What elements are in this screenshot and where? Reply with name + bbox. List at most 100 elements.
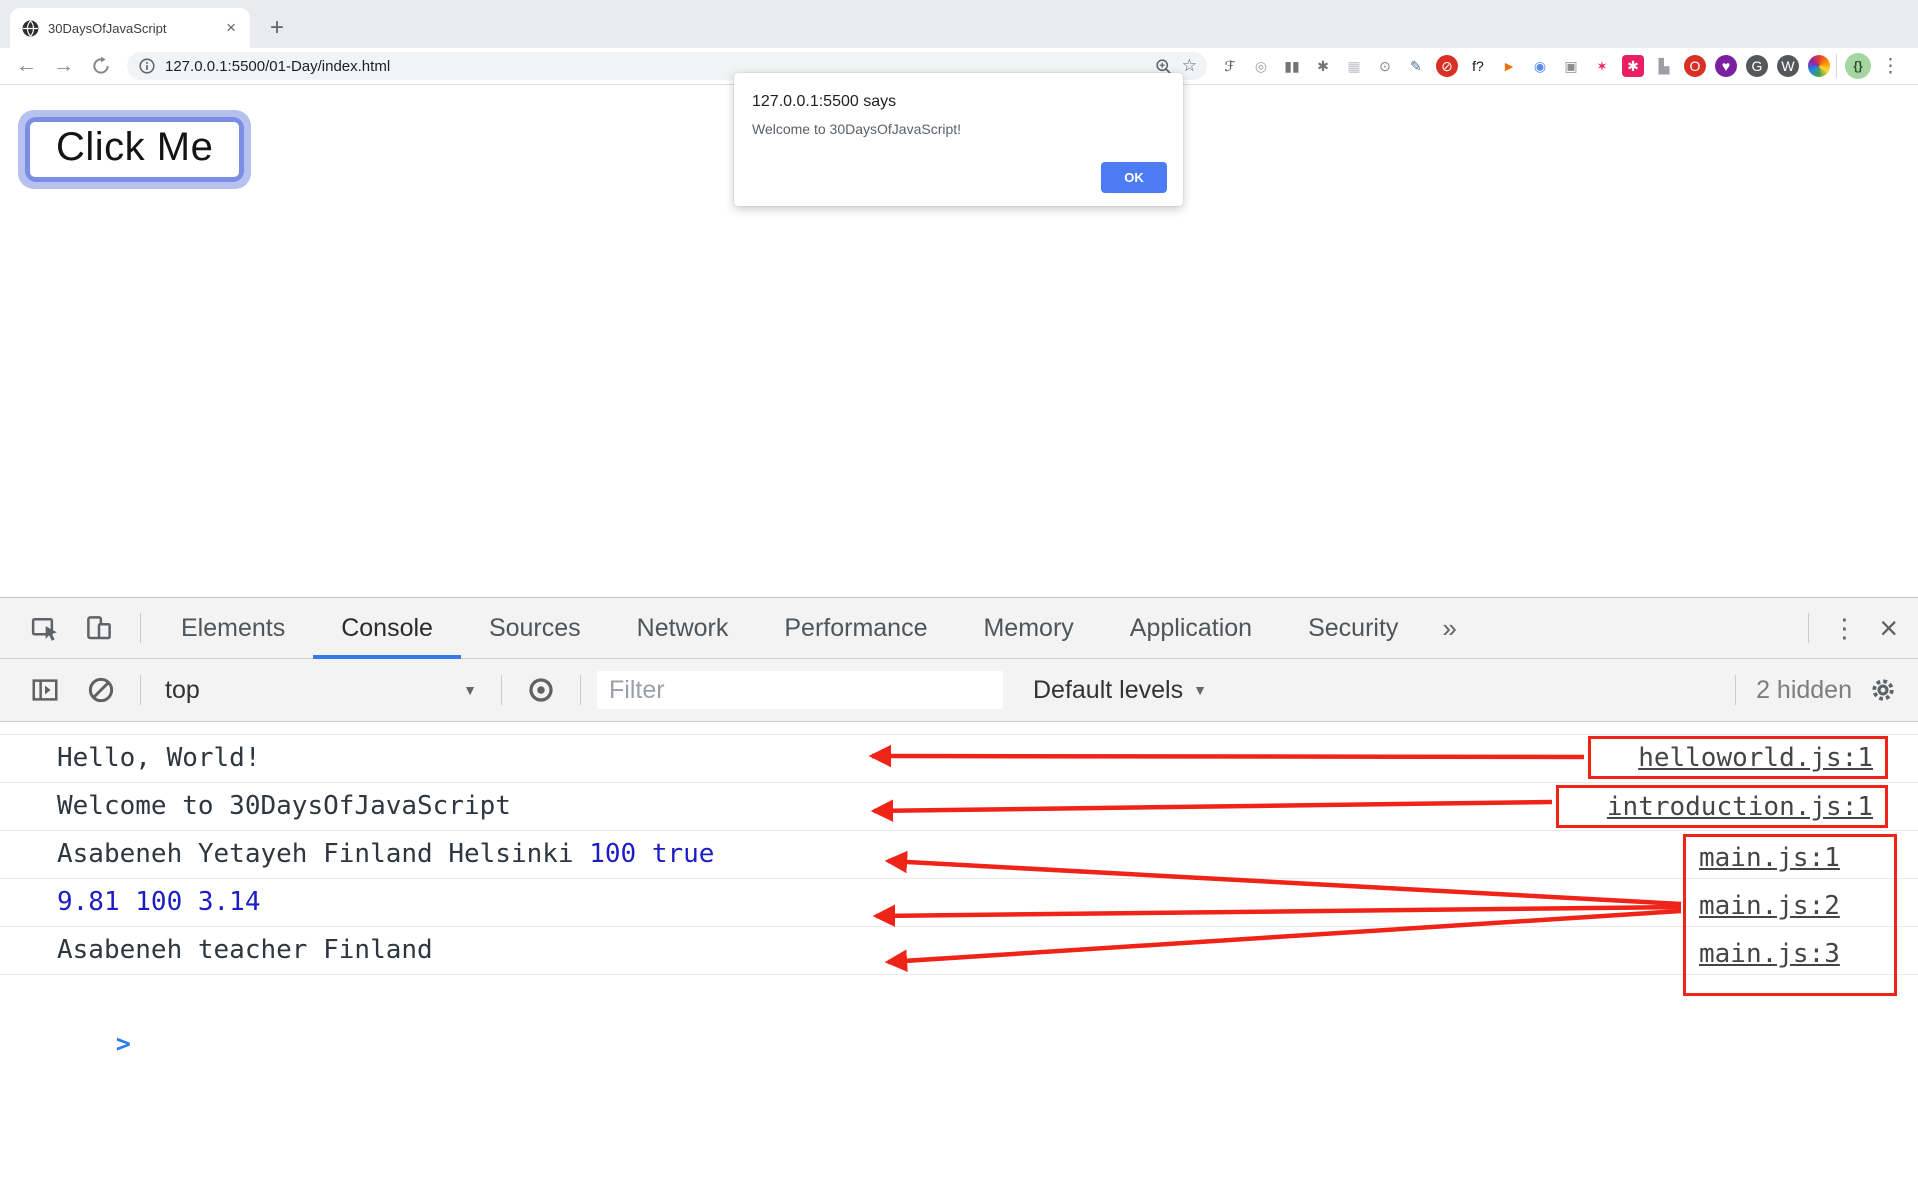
source-link[interactable]: main.js:2	[1686, 885, 1894, 933]
console-toolbar-separator3	[580, 675, 581, 705]
g-circle-icon[interactable]: G	[1746, 55, 1768, 77]
megaphone-icon[interactable]: ►	[1498, 55, 1520, 77]
console-message: Asabeneh teacher Finland	[0, 926, 1918, 974]
heart-search-icon[interactable]: ♥	[1715, 55, 1737, 77]
log-levels-dropdown[interactable]: Default levels ▼	[1033, 676, 1207, 705]
reload-icon[interactable]	[82, 54, 119, 78]
ring-icon[interactable]: ◉	[1529, 55, 1551, 77]
tab-console[interactable]: Console	[313, 598, 461, 659]
eyedropper-icon[interactable]: ✎	[1405, 55, 1427, 77]
o-app-icon[interactable]: O	[1684, 55, 1706, 77]
alert-ok-button[interactable]: OK	[1101, 162, 1167, 193]
filter-input[interactable]	[597, 671, 1003, 709]
bug-icon[interactable]: ✱	[1312, 55, 1334, 77]
chevron-down-icon: ▼	[1193, 682, 1207, 698]
browser-tab-strip: 30DaysOfJavaScript × +	[0, 0, 1918, 48]
tab-network[interactable]: Network	[609, 598, 757, 658]
tab-performance[interactable]: Performance	[756, 598, 955, 658]
console-toolbar-separator4	[1735, 675, 1737, 705]
console-text: Asabeneh teacher Finland	[57, 935, 433, 965]
extensions-row: ℱ ◎ ▮▮ ✱ ▦ ⊙ ✎ ⊘ f? ► ◉ ▣ ✶ ✱ ▙ O ♥ G W	[1219, 55, 1830, 77]
alert-dialog: 127.0.0.1:5500 says Welcome to 30DaysOfJ…	[734, 73, 1183, 206]
page-viewport: Click Me 127.0.0.1:5500 says Welcome to …	[0, 73, 1918, 597]
alert-message: Welcome to 30DaysOfJavaScript!	[752, 121, 962, 137]
toolbar-separator	[1836, 54, 1837, 78]
back-icon[interactable]: ←	[8, 54, 45, 78]
target-icon[interactable]: ◎	[1250, 55, 1272, 77]
console-sidebar-icon[interactable]	[30, 675, 60, 705]
page-info-icon[interactable]	[139, 58, 155, 74]
browser-tab[interactable]: 30DaysOfJavaScript ×	[10, 8, 250, 48]
profile-avatar[interactable]: {}	[1845, 53, 1871, 79]
source-link[interactable]: helloworld.js:1	[1638, 743, 1873, 773]
console-settings-gear-icon[interactable]	[1868, 675, 1898, 705]
pedestal-icon[interactable]: ▙	[1653, 55, 1675, 77]
camera-icon[interactable]: ▣	[1560, 55, 1582, 77]
hidden-messages-count: 2 hidden	[1756, 675, 1852, 704]
context-label: top	[165, 675, 200, 704]
devtools-close-icon[interactable]: ×	[1879, 610, 1898, 647]
console-text: Welcome to 30DaysOfJavaScript	[57, 791, 511, 821]
inspect-element-icon[interactable]	[30, 613, 60, 643]
devtools-tabs: Elements Console Sources Network Performance…	[153, 598, 1426, 659]
rainbow-circle-icon[interactable]	[1808, 55, 1830, 77]
chevron-down-icon: ▼	[463, 682, 477, 698]
chrome-menu-icon[interactable]: ⋮	[1881, 55, 1900, 78]
new-tab-button[interactable]: +	[262, 8, 292, 48]
stop-icon[interactable]: ⊘	[1436, 55, 1458, 77]
device-toolbar-icon[interactable]	[84, 613, 114, 643]
zoom-page-icon[interactable]	[1155, 58, 1172, 75]
console-prompt[interactable]: >	[0, 974, 1918, 1058]
tabbar-separator	[140, 613, 141, 643]
console-text: Hello, World!	[57, 743, 261, 773]
f-question-icon[interactable]: f?	[1467, 55, 1489, 77]
tabbar-right-separator	[1808, 613, 1810, 643]
console-text: Asabeneh Yetayeh Finland Helsinki	[57, 839, 590, 869]
levels-label: Default levels	[1033, 675, 1184, 704]
annotation-box-introduction: introduction.js:1	[1556, 785, 1888, 828]
clickme-focus-ring: Click Me	[18, 110, 252, 189]
click-me-button[interactable]: Click Me	[30, 122, 240, 177]
grid-icon[interactable]: ▦	[1343, 55, 1365, 77]
source-link[interactable]: introduction.js:1	[1607, 792, 1873, 822]
source-link[interactable]: main.js:3	[1686, 933, 1894, 981]
console-toolbar-separator	[140, 675, 141, 705]
live-expression-eye-icon[interactable]	[526, 675, 556, 705]
tab-memory[interactable]: Memory	[955, 598, 1101, 658]
console-toolbar-separator2	[501, 675, 502, 705]
columns-icon[interactable]: ▮▮	[1281, 55, 1303, 77]
alert-title: 127.0.0.1:5500 says	[752, 93, 897, 110]
prompt-chevron-icon: >	[115, 1029, 131, 1058]
settings-square-icon[interactable]: ✱	[1622, 55, 1644, 77]
tab-security[interactable]: Security	[1280, 598, 1426, 658]
source-link[interactable]: main.js:1	[1686, 837, 1894, 885]
tab-title: 30DaysOfJavaScript	[48, 20, 167, 36]
devtools-menu-icon[interactable]: ⋮	[1831, 613, 1857, 644]
tab-close-icon[interactable]: ×	[222, 18, 240, 38]
console-value-text: true	[651, 839, 715, 869]
devtools-tab-bar: Elements Console Sources Network Performance…	[0, 598, 1918, 659]
devtools-panel: Elements Console Sources Network Performance…	[0, 597, 1918, 1200]
star-six-icon[interactable]: ✶	[1591, 55, 1613, 77]
execution-context-dropdown[interactable]: top ▼	[165, 676, 477, 705]
annotation-box-main: main.js:1 main.js:2 main.js:3	[1683, 834, 1897, 996]
console-message: 9.81 100 3.14	[0, 878, 1918, 926]
tab-sources[interactable]: Sources	[461, 598, 609, 658]
bookmark-star-icon[interactable]: ☆	[1182, 56, 1197, 76]
w-circle-icon[interactable]: W	[1777, 55, 1799, 77]
script-f-icon[interactable]: ℱ	[1219, 55, 1241, 77]
console-message: Asabeneh Yetayeh Finland Helsinki 100 tr…	[0, 830, 1918, 878]
forward-icon[interactable]: →	[45, 54, 82, 78]
console-toolbar: top ▼ Default levels ▼ 2 hidden	[0, 659, 1918, 722]
parens-icon[interactable]: ⊙	[1374, 55, 1396, 77]
more-tabs-icon[interactable]: »	[1442, 613, 1456, 644]
url-text[interactable]: 127.0.0.1:5500/01-Day/index.html	[165, 58, 1145, 75]
tab-elements[interactable]: Elements	[153, 598, 313, 658]
tab-application[interactable]: Application	[1102, 598, 1280, 658]
console-value-text: 9.81 100 3.14	[57, 887, 261, 917]
globe-favicon	[22, 19, 39, 37]
annotation-box-helloworld: helloworld.js:1	[1588, 736, 1888, 779]
clear-console-icon[interactable]	[86, 675, 116, 705]
console-value-text: 100	[589, 839, 637, 869]
